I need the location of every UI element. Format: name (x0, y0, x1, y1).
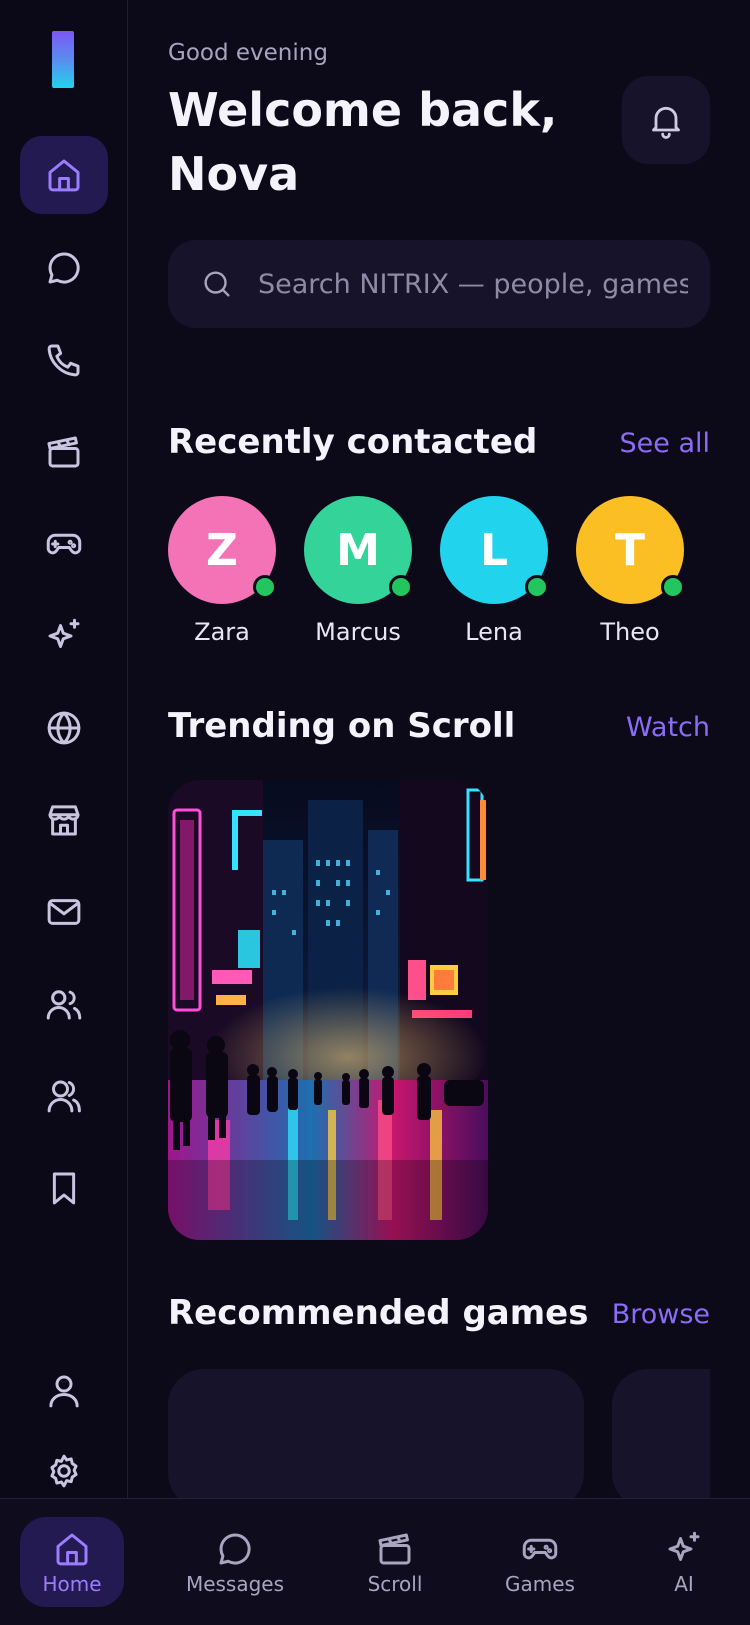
sidebar-item-store[interactable] (20, 781, 108, 859)
clapperboard-icon (47, 436, 80, 468)
brand-logo (52, 31, 74, 88)
game-card[interactable] (612, 1369, 710, 1509)
avatar: Z (168, 496, 277, 604)
group-icon (47, 1080, 81, 1113)
contact-name: Marcus (315, 618, 401, 646)
avatar-initial: L (479, 524, 509, 576)
neon-city-street-thumbnail (168, 780, 488, 1240)
mail-icon (47, 899, 81, 925)
bookmark-icon (52, 1172, 76, 1205)
sidebar-item-friends[interactable] (20, 965, 108, 1043)
online-indicator (661, 575, 685, 599)
avatar-initial: M (336, 524, 380, 576)
trending-video-card[interactable] (168, 780, 488, 1240)
nav-label: Scroll (367, 1572, 423, 1596)
online-indicator (253, 575, 277, 599)
clapperboard-icon (378, 1533, 411, 1565)
sparkle-icon (668, 1531, 700, 1561)
users-icon (46, 990, 82, 1020)
nav-label: AI (674, 1572, 694, 1596)
user-icon (49, 1375, 79, 1408)
nav-label: Games (505, 1572, 575, 1596)
sidebar-item-saved[interactable] (20, 1149, 108, 1227)
avatar-initial: Z (206, 524, 238, 576)
sidebar-item-home[interactable] (20, 136, 108, 214)
avatar: L (440, 496, 549, 604)
contact-name: Zara (194, 618, 250, 646)
phone-icon (47, 344, 80, 377)
online-indicator (389, 575, 413, 599)
home-icon (48, 159, 80, 192)
bottom-navigation: Home Messages Scroll Games AI (0, 1498, 750, 1625)
sidebar-item-games[interactable] (20, 505, 108, 583)
sidebar-item-ai[interactable] (20, 597, 108, 675)
gear-icon (50, 1454, 78, 1488)
bell-icon (652, 106, 680, 139)
sidebar-item-profile[interactable] (20, 1352, 108, 1430)
nav-ai[interactable]: AI (644, 1517, 724, 1607)
contact-item[interactable]: M Marcus (304, 496, 413, 646)
sidebar-item-calls[interactable] (20, 321, 108, 399)
page-title: Welcome back, Nova (168, 83, 558, 201)
chat-bubble-icon (219, 1533, 251, 1565)
chat-bubble-icon (48, 252, 80, 284)
contact-item[interactable]: Z Zara (168, 496, 277, 646)
watch-link[interactable]: Watch (626, 712, 710, 743)
nav-label: Home (42, 1572, 102, 1596)
trending-section-title: Trending on Scroll (168, 706, 516, 746)
game-card[interactable] (168, 1369, 584, 1509)
home-icon (56, 1533, 88, 1566)
see-all-link[interactable]: See all (620, 428, 711, 459)
search-icon (204, 271, 230, 297)
nav-home[interactable]: Home (20, 1517, 124, 1607)
nav-label: Messages (185, 1572, 285, 1596)
nav-scroll[interactable]: Scroll (345, 1517, 445, 1607)
sidebar-item-groups[interactable] (20, 1057, 108, 1135)
nav-games[interactable]: Games (490, 1517, 590, 1607)
notifications-button[interactable] (622, 76, 710, 164)
browse-link[interactable]: Browse (612, 1299, 710, 1330)
sidebar (0, 0, 128, 1498)
avatar: M (304, 496, 413, 604)
recent-contacts-list: Z Zara M Marcus L Lena T Theo (168, 496, 685, 646)
games-section-title: Recommended games (168, 1293, 589, 1333)
contact-name: Theo (600, 618, 660, 646)
contact-name: Lena (465, 618, 523, 646)
search-bar[interactable] (168, 240, 710, 328)
storefront-icon (48, 805, 80, 836)
nav-messages[interactable]: Messages (175, 1517, 295, 1607)
online-indicator (525, 575, 549, 599)
contact-item[interactable]: L Lena (440, 496, 549, 646)
globe-icon (47, 711, 81, 745)
gamepad-icon (522, 1538, 558, 1560)
avatar-initial: T (614, 524, 645, 576)
contact-item[interactable]: T Theo (576, 496, 685, 646)
sidebar-item-explore[interactable] (20, 689, 108, 767)
sparkle-icon (48, 618, 80, 648)
avatar: T (576, 496, 685, 604)
greeting-text: Good evening (168, 40, 328, 66)
search-input[interactable] (258, 268, 688, 300)
sidebar-item-messages[interactable] (20, 229, 108, 307)
recent-section-title: Recently contacted (168, 422, 538, 462)
sidebar-item-mail[interactable] (20, 873, 108, 951)
gamepad-icon (46, 533, 82, 555)
sidebar-item-scroll[interactable] (20, 413, 108, 491)
